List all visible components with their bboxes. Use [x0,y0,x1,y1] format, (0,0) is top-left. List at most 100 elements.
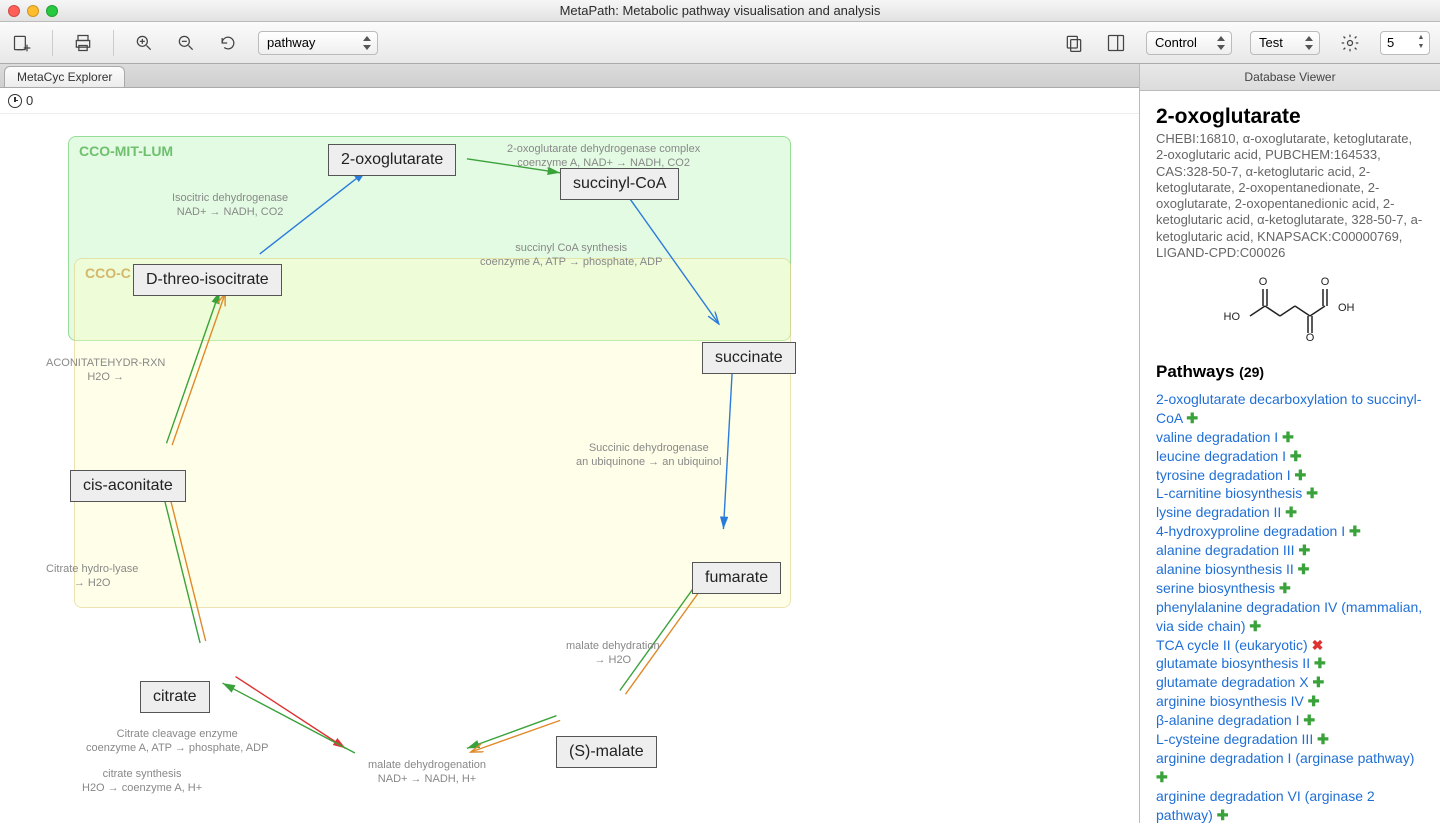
pathway-link[interactable]: valine degradation I ✚ [1156,428,1424,447]
window-titlebar: MetaPath: Metabolic pathway visualisatio… [0,0,1440,22]
rxn-malate-dehydration: malate dehydration→ H2O [566,640,660,668]
node-s-malate[interactable]: (S)-malate [556,736,657,768]
sidebar: Database Viewer 2-oxoglutarate CHEBI:168… [1140,64,1440,823]
print-icon[interactable] [71,31,95,55]
status-strip: 0 [0,88,1139,114]
copy-icon[interactable] [1062,31,1086,55]
node-succinate[interactable]: succinate [702,342,796,374]
pathway-select-value: pathway [267,35,315,50]
rxn-oxoglutarate-dh: 2-oxoglutarate dehydrogenase complexcoen… [507,143,700,171]
sidebar-tab-database-viewer[interactable]: Database Viewer [1140,64,1440,91]
gear-icon[interactable] [1338,31,1362,55]
rxn-isocitric-dh: Isocitric dehydrogenaseNAD+ → NADH, CO2 [172,192,288,220]
pathway-link[interactable]: serine biosynthesis ✚ [1156,579,1424,598]
add-icon[interactable]: ✚ [1295,467,1307,483]
pathway-link[interactable]: 2-oxoglutarate decarboxylation to succin… [1156,390,1424,428]
add-icon[interactable]: ✚ [1279,580,1291,596]
add-icon[interactable]: ✚ [1349,523,1361,539]
test-select[interactable]: Test [1250,31,1320,55]
new-view-icon[interactable] [10,31,34,55]
node-fumarate[interactable]: fumarate [692,562,781,594]
svg-text:O: O [1259,276,1268,288]
traffic-lights [8,5,58,17]
node-cis-aconitate[interactable]: cis-aconitate [70,470,186,502]
node-citrate[interactable]: citrate [140,681,210,713]
add-icon[interactable]: ✚ [1285,504,1297,520]
pathway-link[interactable]: arginine biosynthesis IV ✚ [1156,692,1424,711]
add-icon[interactable]: ✚ [1298,561,1310,577]
status-value: 0 [26,93,33,108]
zoom-out-icon[interactable] [174,31,198,55]
molecule-structure: O O O HO OH [1156,271,1424,344]
test-select-value: Test [1259,35,1283,50]
add-icon[interactable]: ✚ [1306,485,1318,501]
rxn-aconitate-hydr: ACONITATEHYDR-RXNH2O → [46,357,165,385]
control-select-value: Control [1155,35,1197,50]
add-icon[interactable]: ✚ [1156,769,1168,785]
add-icon[interactable]: ✚ [1282,429,1294,445]
rxn-citrate-cleavage: Citrate cleavage enzymecoenzyme A, ATP →… [86,728,268,756]
add-icon[interactable]: ✚ [1298,542,1310,558]
region-label: CCO-C [85,265,131,281]
number-value: 5 [1387,35,1394,50]
rxn-citrate-hydrolyase: Citrate hydro-lyase→ H2O [46,563,138,591]
pathway-link[interactable]: alanine degradation III ✚ [1156,541,1424,560]
compound-title: 2-oxoglutarate [1156,105,1424,129]
svg-text:OH: OH [1338,302,1355,314]
pathway-link[interactable]: leucine degradation I ✚ [1156,447,1424,466]
diagram-canvas[interactable]: CCO-MIT-LUM CCO-C [0,114,1139,823]
add-icon[interactable]: ✚ [1303,712,1315,728]
pathway-link[interactable]: glutamate degradation X ✚ [1156,673,1424,692]
toolbar-divider [113,30,114,56]
tabstrip: MetaCyc Explorer [0,64,1139,88]
node-isocitrate[interactable]: D-threo-isocitrate [133,264,282,296]
pathways-list: 2-oxoglutarate decarboxylation to succin… [1156,390,1424,823]
add-icon[interactable]: ✚ [1308,693,1320,709]
tab-metacyc-explorer[interactable]: MetaCyc Explorer [4,66,125,87]
add-icon[interactable]: ✚ [1249,618,1261,634]
pathway-link[interactable]: L-cysteine degradation III ✚ [1156,730,1424,749]
add-icon[interactable]: ✚ [1314,655,1326,671]
sidebar-content: 2-oxoglutarate CHEBI:16810, α-oxoglutara… [1140,91,1440,823]
remove-icon[interactable]: ✖ [1312,637,1324,653]
refresh-icon[interactable] [216,31,240,55]
node-succinyl-coa[interactable]: succinyl-CoA [560,168,679,200]
rxn-succinic-dh: Succinic dehydrogenasean ubiquinone → an… [576,442,722,470]
pathway-link[interactable]: 4-hydroxyproline degradation I ✚ [1156,522,1424,541]
clock-icon [8,94,22,108]
number-stepper[interactable]: 5 ▲▼ [1380,31,1430,55]
add-icon[interactable]: ✚ [1317,731,1329,747]
toolbar: pathway Control Test 5 ▲▼ [0,22,1440,64]
pathway-link[interactable]: tyrosine degradation I ✚ [1156,466,1424,485]
pathway-link[interactable]: β-alanine degradation I ✚ [1156,711,1424,730]
pathway-link[interactable]: arginine degradation I (arginase pathway… [1156,749,1424,787]
pathway-link[interactable]: lysine degradation II ✚ [1156,503,1424,522]
compound-synonyms: CHEBI:16810, α-oxoglutarate, ketoglutara… [1156,131,1424,261]
zoom-in-icon[interactable] [132,31,156,55]
add-icon[interactable]: ✚ [1290,448,1302,464]
stepper-icon[interactable]: ▲▼ [1415,34,1427,52]
close-icon[interactable] [8,5,20,17]
pathway-link[interactable]: glutamate biosynthesis II ✚ [1156,654,1424,673]
svg-text:O: O [1321,276,1330,288]
rxn-malate-dehydrogenation: malate dehydrogenationNAD+ → NADH, H+ [368,759,486,787]
pathway-link[interactable]: phenylalanine degradation IV (mammalian,… [1156,598,1424,636]
control-select[interactable]: Control [1146,31,1232,55]
pathway-link[interactable]: TCA cycle II (eukaryotic) ✖ [1156,636,1424,655]
rxn-citrate-synthesis: citrate synthesisH2O → coenzyme A, H+ [82,768,202,796]
zoom-icon[interactable] [46,5,58,17]
pathway-link[interactable]: L-carnitine biosynthesis ✚ [1156,484,1424,503]
minimize-icon[interactable] [27,5,39,17]
pathway-link[interactable]: alanine biosynthesis II ✚ [1156,560,1424,579]
layout-icon[interactable] [1104,31,1128,55]
rxn-succinyl-synthesis: succinyl CoA synthesiscoenzyme A, ATP → … [480,242,662,270]
add-icon[interactable]: ✚ [1312,674,1324,690]
window-title: MetaPath: Metabolic pathway visualisatio… [0,3,1440,18]
workarea: MetaCyc Explorer 0 CCO-MIT-LUM CCO-C [0,64,1140,823]
pathway-select[interactable]: pathway [258,31,378,55]
add-icon[interactable]: ✚ [1217,807,1229,823]
pathway-link[interactable]: arginine degradation VI (arginase 2 path… [1156,787,1424,823]
region-cytosol: CCO-C [74,258,791,608]
add-icon[interactable]: ✚ [1186,410,1198,426]
node-2-oxoglutarate[interactable]: 2-oxoglutarate [328,144,456,176]
